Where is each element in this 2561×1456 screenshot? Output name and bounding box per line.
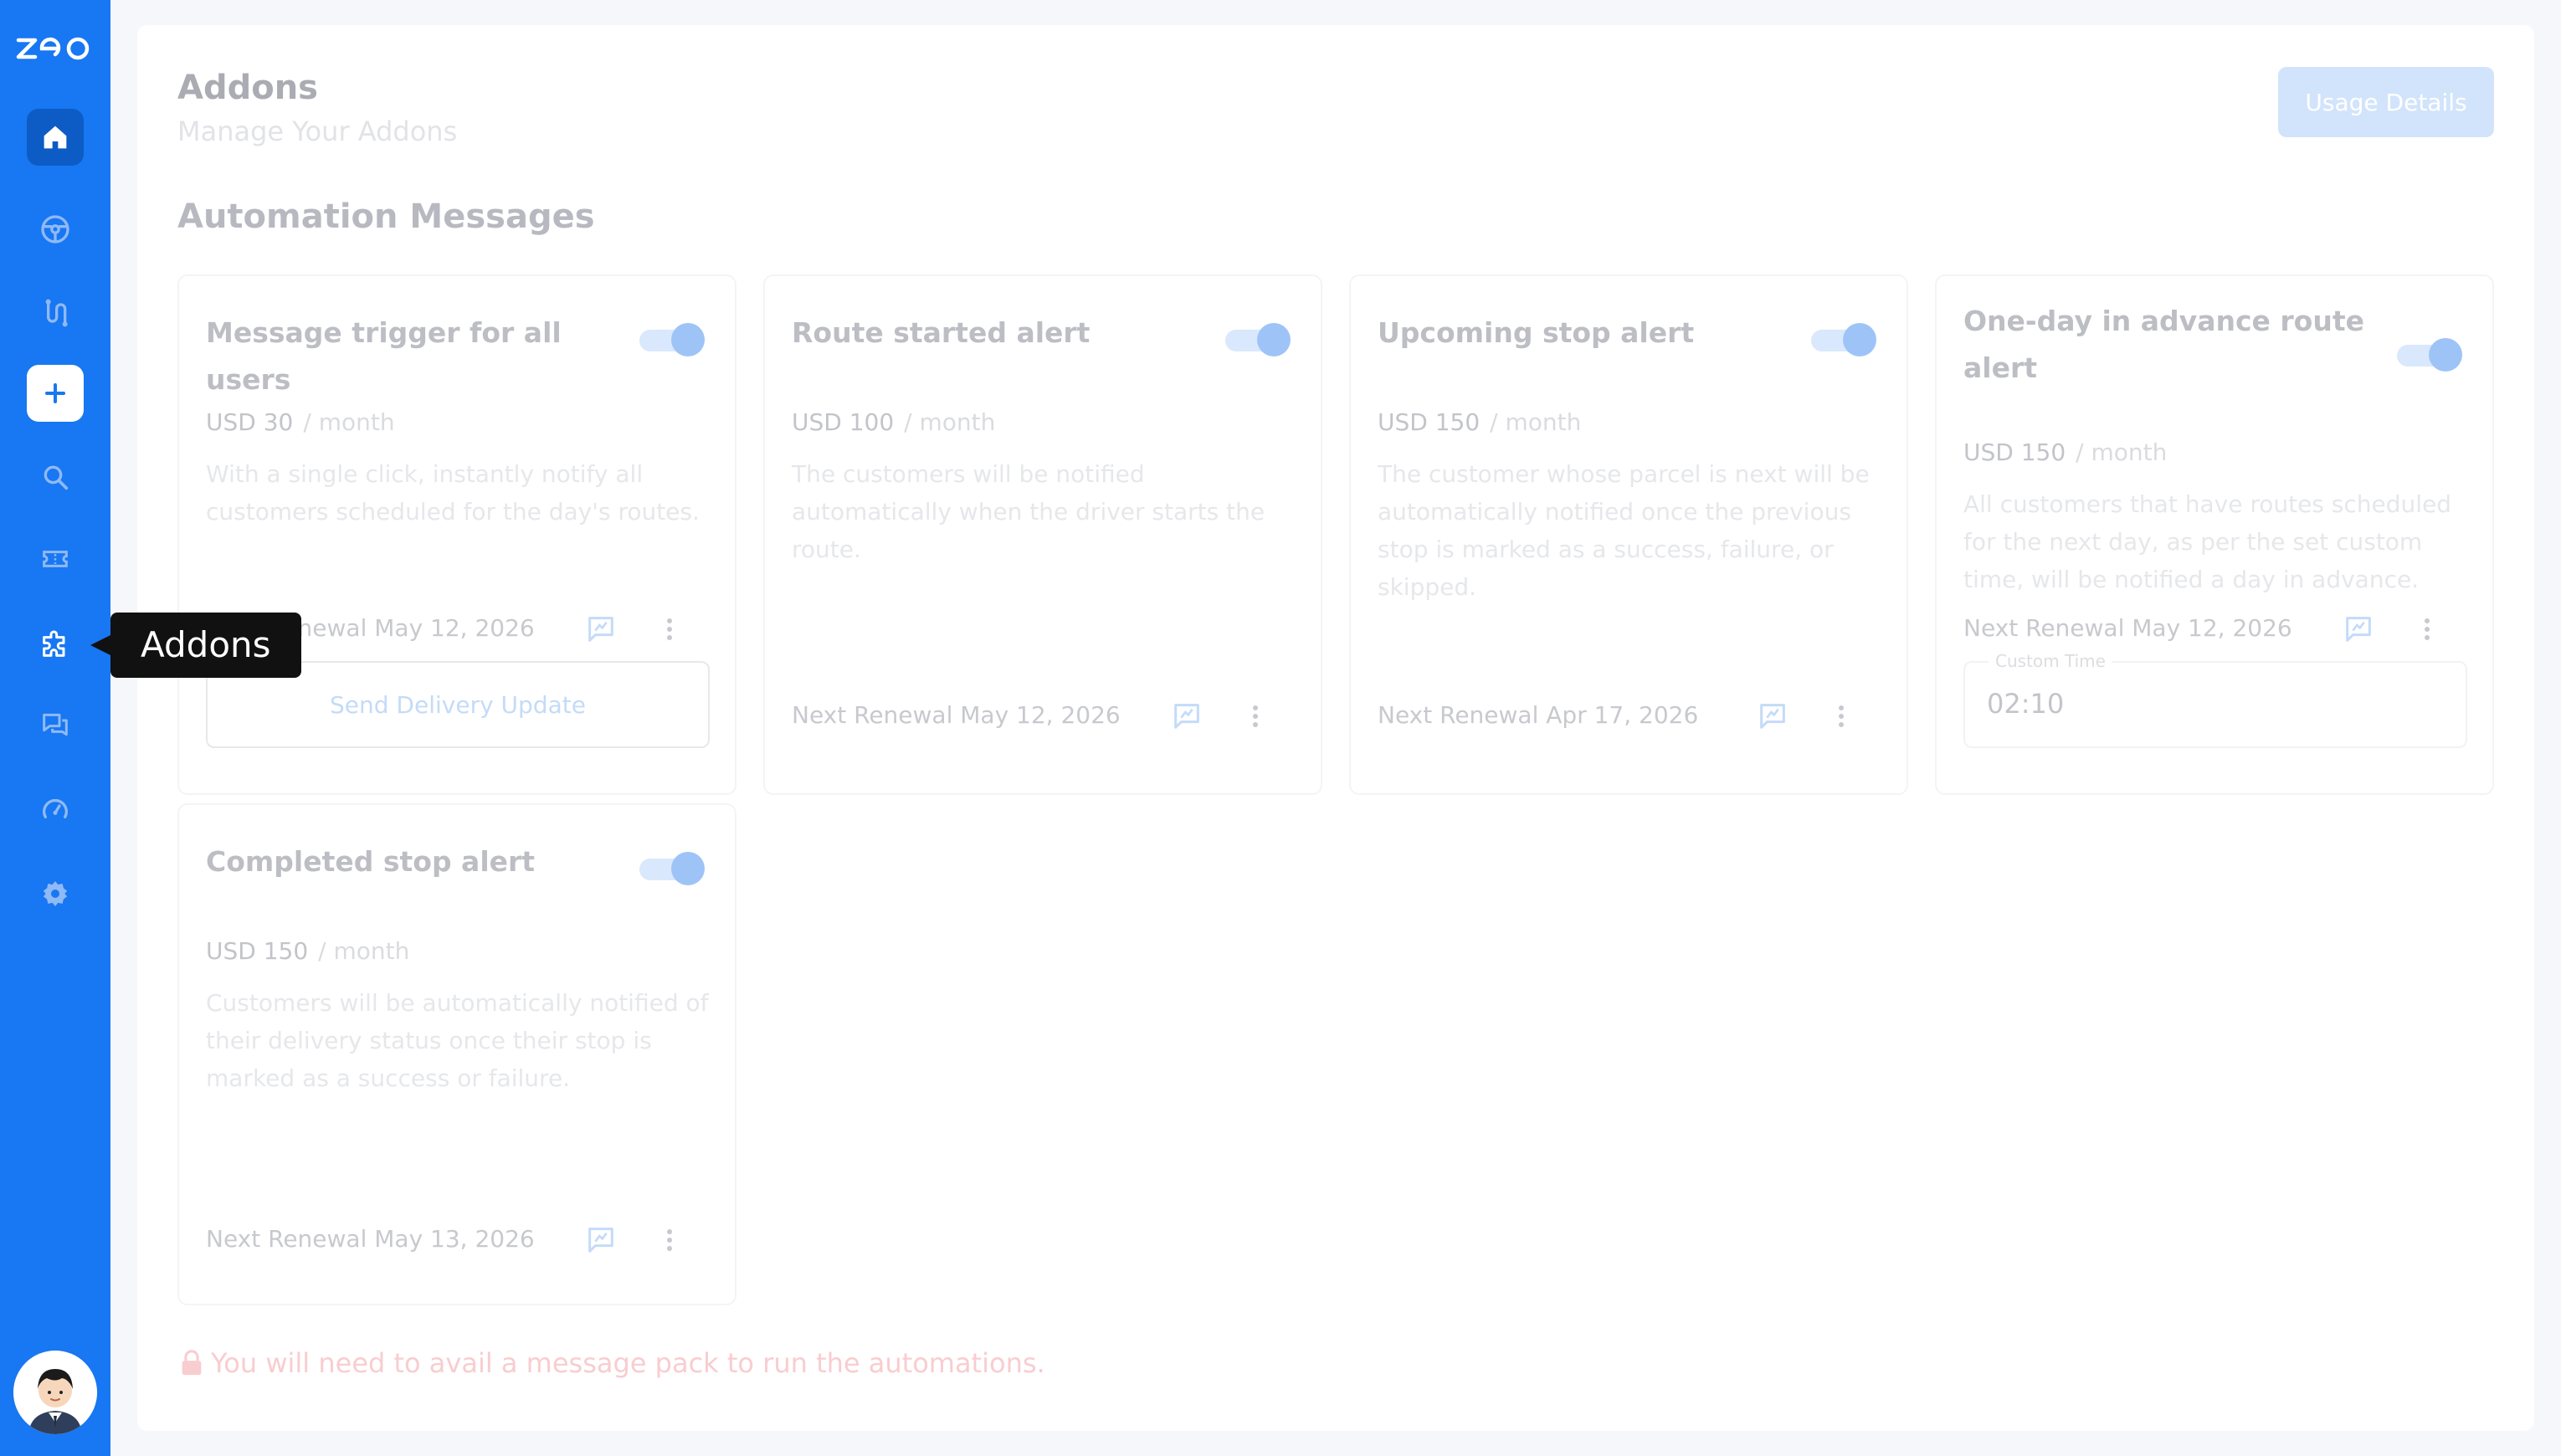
message-icon[interactable] bbox=[1170, 700, 1204, 733]
addon-card-completed-stop: Completed stop alert USD 150/ month Cust… bbox=[177, 803, 736, 1305]
sidebar bbox=[0, 0, 110, 1456]
card-description: All customers that have routes scheduled… bbox=[1963, 490, 2452, 593]
card-price: USD 150/ month bbox=[1378, 408, 1582, 436]
card-title: Upcoming stop alert bbox=[1378, 316, 1695, 349]
home-icon bbox=[44, 126, 67, 149]
sidebar-item-addons[interactable] bbox=[27, 616, 84, 673]
card-title: Completed stop alert bbox=[206, 845, 536, 878]
sidebar-item-dashboard[interactable] bbox=[27, 782, 84, 838]
sidebar-item-routes[interactable] bbox=[27, 285, 84, 341]
ticket-icon bbox=[43, 551, 68, 567]
sidebar-item-settings[interactable] bbox=[27, 865, 84, 922]
card-toggle[interactable] bbox=[1225, 323, 1291, 356]
puzzle-icon bbox=[43, 630, 65, 657]
card-renewal: Next Renewal Apr 17, 2026 bbox=[1378, 701, 1699, 729]
sidebar-item-search[interactable] bbox=[27, 449, 84, 505]
addon-card-message-trigger: Message trigger for all users USD 30/ mo… bbox=[177, 274, 736, 795]
main-panel: Addons Manage Your Addons Usage Details … bbox=[137, 25, 2534, 1431]
more-options-icon[interactable] bbox=[1247, 700, 1264, 733]
chat-icon bbox=[43, 713, 68, 736]
message-pack-notice: You will need to avail a message pack to… bbox=[179, 1347, 1045, 1379]
sidebar-item-home[interactable] bbox=[27, 109, 84, 166]
usage-details-button[interactable]: Usage Details bbox=[2278, 67, 2494, 137]
card-price: USD 30/ month bbox=[206, 408, 395, 436]
card-title: One-day in advance route alert bbox=[1963, 305, 2364, 384]
search-icon bbox=[44, 465, 69, 490]
card-description: With a single click, instantly notify al… bbox=[206, 460, 700, 525]
page-title: Addons bbox=[177, 69, 318, 107]
gear-icon bbox=[43, 881, 68, 906]
card-description: The customers will be notified automatic… bbox=[792, 460, 1265, 563]
card-description: Customers will be automatically notified… bbox=[206, 989, 709, 1092]
steering-wheel-icon bbox=[41, 215, 69, 244]
plus-icon bbox=[45, 383, 65, 403]
card-toggle[interactable] bbox=[639, 323, 705, 356]
page-subtitle: Manage Your Addons bbox=[177, 115, 458, 147]
message-icon[interactable] bbox=[584, 613, 618, 646]
addons-tooltip: Addons bbox=[90, 613, 301, 678]
custom-time-label: Custom Time bbox=[1989, 651, 2112, 671]
card-toggle[interactable] bbox=[639, 852, 705, 885]
sidebar-item-messages[interactable] bbox=[27, 696, 84, 753]
card-renewal: Next Renewal May 13, 2026 bbox=[206, 1225, 535, 1253]
card-price: USD 150/ month bbox=[206, 937, 410, 965]
addon-card-route-started: Route started alert USD 100/ month The c… bbox=[763, 274, 1322, 795]
lock-icon bbox=[182, 1350, 202, 1376]
addon-card-upcoming-stop: Upcoming stop alert USD 150/ month The c… bbox=[1349, 274, 1908, 795]
custom-time-field[interactable]: Custom Time 02:10 bbox=[1963, 651, 2467, 748]
card-renewal: Next Renewal May 12, 2026 bbox=[1963, 614, 2292, 642]
notice-text: You will need to avail a message pack to… bbox=[211, 1347, 1045, 1379]
card-title: Message trigger for all users bbox=[206, 316, 562, 396]
message-icon[interactable] bbox=[1756, 700, 1789, 733]
sidebar-item-create[interactable] bbox=[27, 365, 84, 422]
avatar[interactable] bbox=[13, 1351, 97, 1434]
card-renewal: Next Renewal May 12, 2026 bbox=[792, 701, 1121, 729]
message-icon[interactable] bbox=[2342, 613, 2375, 646]
message-icon[interactable] bbox=[584, 1223, 618, 1257]
sidebar-item-tickets[interactable] bbox=[27, 531, 84, 587]
card-description: The customer whose parcel is next will b… bbox=[1378, 460, 1870, 601]
section-title: Automation Messages bbox=[177, 197, 595, 236]
zeo-logo[interactable] bbox=[15, 30, 95, 64]
card-toggle[interactable] bbox=[2397, 338, 2462, 372]
addon-card-one-day-advance: One-day in advance route alert USD 150/ … bbox=[1935, 274, 2494, 795]
more-options-icon[interactable] bbox=[2419, 613, 2435, 646]
more-options-icon[interactable] bbox=[661, 613, 678, 646]
card-toggle[interactable] bbox=[1811, 323, 1876, 356]
card-price: USD 150/ month bbox=[1963, 438, 2168, 466]
speedometer-icon bbox=[43, 798, 68, 818]
route-icon bbox=[45, 299, 68, 327]
custom-time-value: 02:10 bbox=[1987, 688, 2065, 720]
more-options-icon[interactable] bbox=[661, 1223, 678, 1257]
card-price: USD 100/ month bbox=[792, 408, 996, 436]
card-title: Route started alert bbox=[792, 316, 1091, 349]
sidebar-item-drivers[interactable] bbox=[27, 201, 84, 258]
more-options-icon[interactable] bbox=[1833, 700, 1850, 733]
